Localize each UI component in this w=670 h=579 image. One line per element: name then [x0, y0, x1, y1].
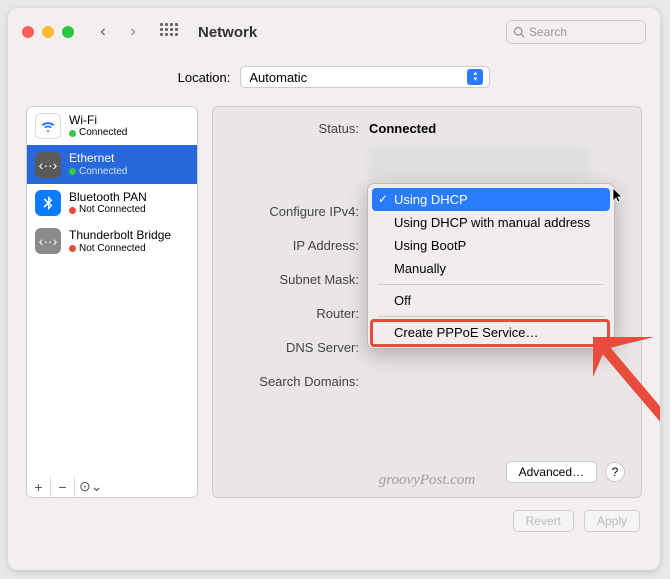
sidebar-item-wifi[interactable]: Wi-Fi Connected: [27, 107, 197, 145]
wifi-icon: [35, 113, 61, 139]
location-value: Automatic: [249, 70, 307, 85]
sidebar-item-bluetooth-pan[interactable]: Bluetooth PAN Not Connected: [27, 184, 197, 222]
search-icon: [513, 26, 525, 38]
status-dot-icon: [69, 207, 76, 214]
menu-item-bootp[interactable]: Using BootP: [372, 234, 610, 257]
subnet-mask-label: Subnet Mask:: [229, 272, 359, 287]
close-icon[interactable]: [22, 26, 34, 38]
service-name: Bluetooth PAN: [69, 190, 147, 204]
watermark: groovyPost.com: [379, 472, 476, 489]
location-row: Location: Automatic ▴▾: [8, 56, 660, 106]
menu-item-using-dhcp[interactable]: ✓ Using DHCP: [372, 188, 610, 211]
location-label: Location:: [178, 70, 231, 85]
menu-separator: [378, 316, 604, 317]
status-dot-icon: [69, 130, 76, 137]
location-select[interactable]: Automatic ▴▾: [240, 66, 490, 88]
apply-button[interactable]: Apply: [584, 510, 640, 532]
sidebar-item-thunderbolt-bridge[interactable]: ‹··› Thunderbolt Bridge Not Connected: [27, 222, 197, 260]
router-label: Router:: [229, 306, 359, 321]
menu-item-create-pppoe[interactable]: Create PPPoE Service…: [372, 321, 610, 344]
service-options-button[interactable]: ⊙⌄: [75, 476, 197, 497]
traffic-lights: [22, 26, 74, 38]
window-title: Network: [198, 24, 257, 41]
show-all-icon[interactable]: [160, 23, 178, 41]
select-arrows-icon: ▴▾: [467, 69, 483, 85]
configure-ipv4-dropdown: ✓ Using DHCP Using DHCP with manual addr…: [367, 183, 615, 349]
main-panel: Status: Connected Configure IPv4: IP Add…: [212, 106, 642, 498]
minimize-icon[interactable]: [42, 26, 54, 38]
search-placeholder: Search: [529, 25, 567, 39]
ip-address-label: IP Address:: [229, 238, 359, 253]
status-dot-icon: [69, 168, 76, 175]
service-name: Thunderbolt Bridge: [69, 228, 171, 242]
status-dot-icon: [69, 245, 76, 252]
revert-button[interactable]: Revert: [513, 510, 574, 532]
service-name: Wi-Fi: [69, 113, 127, 127]
advanced-button[interactable]: Advanced…: [506, 461, 597, 483]
add-service-button[interactable]: +: [27, 476, 51, 497]
configure-ipv4-label: Configure IPv4:: [229, 204, 359, 219]
ethernet-icon: ‹··›: [35, 152, 61, 178]
sidebar-controls: + − ⊙⌄: [26, 476, 198, 498]
menu-item-manually[interactable]: Manually: [372, 257, 610, 280]
help-button[interactable]: ?: [605, 462, 625, 482]
forward-button[interactable]: ›: [122, 21, 144, 43]
dns-server-label: DNS Server:: [229, 340, 359, 355]
check-icon: ✓: [378, 192, 388, 206]
sidebar-item-ethernet[interactable]: ‹··› Ethernet Connected: [27, 145, 197, 183]
status-value: Connected: [369, 121, 436, 136]
status-label: Status:: [229, 121, 359, 136]
content: Wi-Fi Connected ‹··› Ethernet Connected: [8, 106, 660, 498]
search-input[interactable]: Search: [506, 20, 646, 44]
back-button[interactable]: ‹: [92, 21, 114, 43]
sidebar: Wi-Fi Connected ‹··› Ethernet Connected: [26, 106, 198, 498]
redacted-info: [369, 148, 589, 180]
titlebar: ‹ › Network Search: [8, 8, 660, 56]
preferences-window: ‹ › Network Search Location: Automatic ▴…: [8, 8, 660, 570]
service-list: Wi-Fi Connected ‹··› Ethernet Connected: [26, 106, 198, 480]
service-name: Ethernet: [69, 151, 127, 165]
zoom-icon[interactable]: [62, 26, 74, 38]
menu-item-dhcp-manual[interactable]: Using DHCP with manual address: [372, 211, 610, 234]
menu-item-off[interactable]: Off: [372, 289, 610, 312]
thunderbolt-icon: ‹··›: [35, 228, 61, 254]
search-domains-label: Search Domains:: [229, 374, 359, 389]
remove-service-button[interactable]: −: [51, 476, 75, 497]
bluetooth-icon: [35, 190, 61, 216]
footer: Revert Apply: [8, 498, 660, 544]
menu-separator: [378, 284, 604, 285]
